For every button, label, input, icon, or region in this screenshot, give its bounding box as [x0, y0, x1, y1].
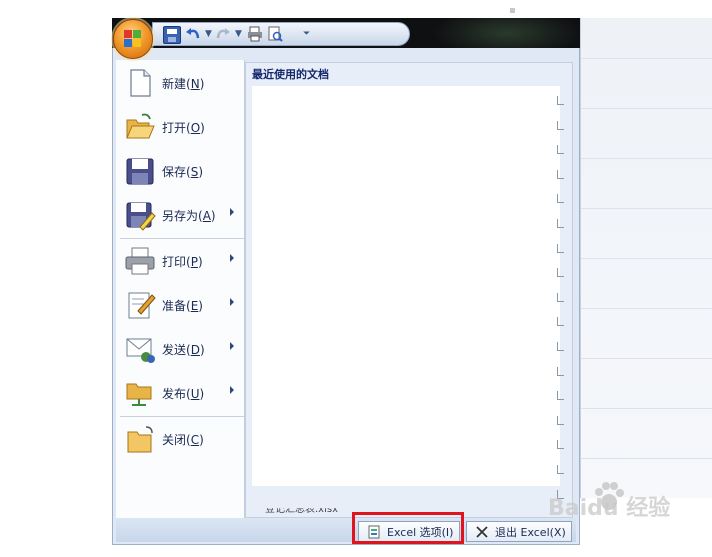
- submenu-arrow-icon: [230, 208, 234, 216]
- print-preview-icon[interactable]: [267, 26, 283, 42]
- submenu-arrow-icon: [230, 386, 234, 394]
- menu-separator: [120, 416, 244, 417]
- menu-item-send-label: 发送(D): [162, 343, 205, 357]
- menu-item-close[interactable]: 关闭(C): [120, 419, 244, 459]
- pin-icon[interactable]: [557, 120, 564, 130]
- background-sheet: [580, 18, 712, 498]
- pin-icon[interactable]: [557, 194, 564, 204]
- office-logo-icon: [124, 30, 142, 48]
- pin-icon[interactable]: [557, 366, 564, 376]
- menu-item-close-label: 关闭(C): [162, 433, 204, 447]
- open-folder-icon: [124, 111, 156, 143]
- pin-icon[interactable]: [557, 169, 564, 179]
- submenu-arrow-icon: [230, 254, 234, 262]
- save-icon[interactable]: [163, 26, 181, 44]
- pin-icon[interactable]: [557, 465, 564, 474]
- save-as-icon: [124, 199, 156, 231]
- menu-item-publish[interactable]: 发布(U): [120, 373, 244, 413]
- office-button[interactable]: [113, 19, 153, 59]
- redo-dropdown-icon[interactable]: ▼: [235, 29, 242, 39]
- new-document-icon: [124, 67, 156, 99]
- menu-item-save-label: 保存(S): [162, 165, 204, 179]
- watermark: Baidu 经验: [548, 496, 671, 521]
- pin-icon[interactable]: [557, 440, 564, 450]
- publish-folder-icon: [124, 377, 156, 409]
- exit-x-icon: [475, 525, 489, 539]
- pin-icon[interactable]: [557, 317, 564, 327]
- menu-item-publish-label: 发布(U): [162, 387, 205, 401]
- menu-item-prepare-label: 准备(E): [162, 299, 203, 313]
- pin-icon[interactable]: [557, 342, 564, 351]
- menu-item-save-as-label: 另存为(A): [162, 209, 216, 223]
- submenu-arrow-icon: [230, 342, 234, 350]
- close-folder-icon: [124, 423, 156, 455]
- menu-item-new[interactable]: 新建(N): [120, 63, 244, 103]
- menu-item-print[interactable]: 打印(P): [120, 241, 244, 281]
- title-bar: ▼ ▼ ⏷: [112, 18, 580, 48]
- pin-icon[interactable]: [557, 391, 564, 401]
- pin-icon[interactable]: [557, 243, 564, 253]
- printer-icon: [124, 245, 156, 277]
- menu-item-prepare[interactable]: 准备(E): [120, 285, 244, 325]
- prepare-document-icon: [124, 289, 156, 321]
- redo-icon[interactable]: [215, 26, 231, 42]
- menu-item-new-label: 新建(N): [162, 77, 205, 91]
- menu-item-open-label: 打开(O): [162, 121, 205, 135]
- customize-dropdown-icon[interactable]: ⏷: [303, 29, 310, 39]
- background-dot: [510, 8, 515, 13]
- pin-icon[interactable]: [557, 268, 564, 278]
- menu-item-save-as[interactable]: 另存为(A): [120, 195, 244, 235]
- undo-icon[interactable]: [185, 26, 201, 42]
- pin-icon[interactable]: [557, 96, 564, 105]
- menu-item-open[interactable]: 打开(O): [120, 107, 244, 147]
- quick-access-toolbar: ▼ ▼ ⏷: [152, 22, 410, 46]
- undo-dropdown-icon[interactable]: ▼: [205, 29, 212, 39]
- menu-separator: [120, 238, 244, 239]
- print-icon[interactable]: [247, 26, 263, 42]
- pin-icon[interactable]: [557, 292, 564, 302]
- highlight-box: [352, 512, 464, 544]
- send-mail-icon: [124, 333, 156, 365]
- pin-icon[interactable]: [557, 219, 564, 228]
- menu-item-save[interactable]: 保存(S): [120, 151, 244, 191]
- menu-item-print-label: 打印(P): [162, 255, 203, 269]
- save-disk-icon: [124, 155, 156, 187]
- recent-documents-title: 最近使用的文档: [252, 68, 329, 81]
- submenu-arrow-icon: [230, 298, 234, 306]
- recent-documents-list: [252, 86, 560, 486]
- pin-icon[interactable]: [557, 145, 564, 155]
- menu-item-send[interactable]: 发送(D): [120, 329, 244, 369]
- pin-icon[interactable]: [557, 415, 564, 425]
